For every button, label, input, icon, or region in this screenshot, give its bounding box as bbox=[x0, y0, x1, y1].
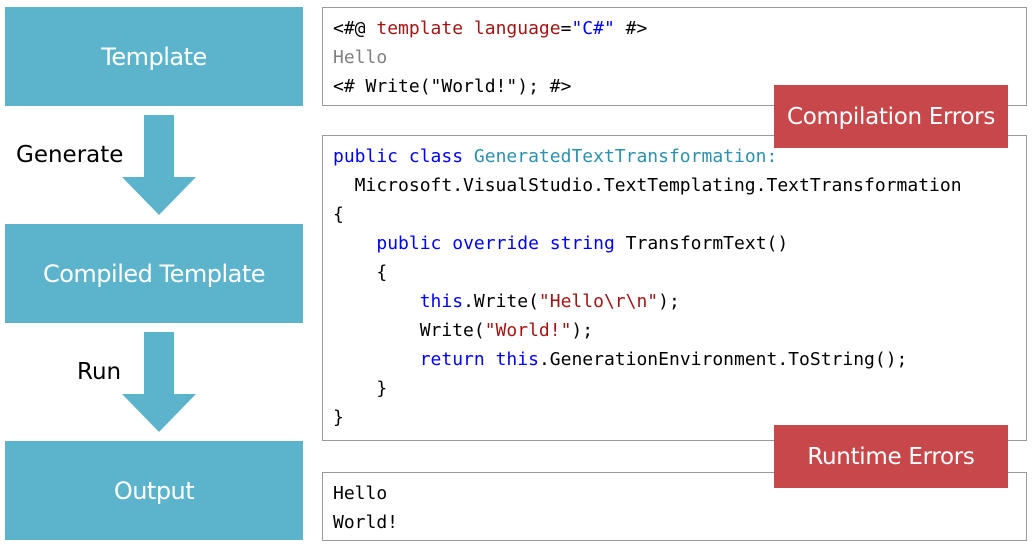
code-token: { bbox=[333, 204, 344, 225]
code-token: ); bbox=[571, 320, 594, 341]
code-token: } bbox=[333, 378, 388, 399]
code-token: public bbox=[333, 146, 399, 167]
compiled-template-stage-box: Compiled Template bbox=[5, 224, 303, 323]
generate-arrow bbox=[122, 115, 196, 215]
code-token: override bbox=[452, 233, 539, 254]
code-token: { bbox=[333, 262, 388, 283]
code-token: this bbox=[419, 291, 464, 312]
compiled-code-panel: public class GeneratedTextTransformation… bbox=[322, 135, 1027, 441]
code-token: public bbox=[376, 233, 442, 254]
code-line: { bbox=[333, 203, 344, 227]
runtime-errors-tag: Runtime Errors bbox=[774, 425, 1008, 488]
code-token: = bbox=[560, 18, 572, 39]
code-line: Hello bbox=[333, 482, 387, 506]
code-line: } bbox=[333, 406, 344, 430]
code-line: Hello bbox=[333, 46, 387, 70]
code-token: template bbox=[376, 18, 464, 39]
run-step-label: Run bbox=[77, 359, 122, 385]
code-token: } bbox=[333, 407, 344, 428]
code-line: Microsoft.VisualStudio.TextTemplating.Te… bbox=[333, 174, 962, 198]
code-token: Hello bbox=[333, 47, 388, 68]
template-stage-box: Template bbox=[5, 7, 303, 106]
compiled-template-stage-label: Compiled Template bbox=[42, 259, 266, 288]
run-arrow bbox=[122, 332, 196, 432]
code-token: "Hello\r\n" bbox=[538, 291, 659, 312]
output-stage-label: Output bbox=[113, 476, 195, 505]
code-token: #> bbox=[614, 18, 648, 39]
code-token: Microsoft.VisualStudio.TextTemplating.Te… bbox=[333, 175, 962, 196]
code-token: return bbox=[419, 349, 485, 370]
code-token: class bbox=[408, 146, 464, 167]
code-token: Write( bbox=[333, 320, 485, 341]
code-token: .Write( bbox=[463, 291, 539, 312]
code-token: World! bbox=[333, 512, 399, 533]
generate-step-label: Generate bbox=[16, 142, 124, 168]
template-stage-label: Template bbox=[101, 42, 207, 71]
code-line: this.Write("Hello\r\n"); bbox=[333, 290, 680, 314]
code-token: string bbox=[549, 233, 615, 254]
code-token: this bbox=[495, 349, 539, 370]
runtime-errors-label: Runtime Errors bbox=[807, 443, 975, 470]
code-token: Hello bbox=[333, 483, 388, 504]
code-token: GeneratedTextTransformation: bbox=[473, 146, 778, 167]
code-line: <#@ template language="C#" #> bbox=[333, 17, 647, 41]
code-line: return this.GenerationEnvironment.ToStri… bbox=[333, 348, 908, 372]
code-line: <# Write("World!"); #> bbox=[333, 75, 571, 99]
code-line: public class GeneratedTextTransformation… bbox=[333, 145, 777, 169]
code-line: } bbox=[333, 377, 387, 401]
code-token: "World!" bbox=[484, 320, 572, 341]
code-token: TransformText() bbox=[614, 233, 789, 254]
code-token: "C#" bbox=[571, 18, 615, 39]
code-token: <# Write("World!"); #> bbox=[333, 76, 572, 97]
code-line: Write("World!"); bbox=[333, 319, 593, 343]
code-token: <#@ bbox=[333, 18, 377, 39]
compilation-errors-label: Compilation Errors bbox=[786, 103, 996, 130]
code-token: language bbox=[473, 18, 561, 39]
code-token: ); bbox=[658, 291, 680, 312]
code-line: World! bbox=[333, 511, 398, 535]
code-line: public override string TransformText() bbox=[333, 232, 788, 256]
code-token: .GenerationEnvironment.ToString(); bbox=[538, 349, 908, 370]
output-stage-box: Output bbox=[5, 441, 303, 540]
compilation-errors-tag: Compilation Errors bbox=[774, 85, 1008, 148]
code-line: { bbox=[333, 261, 387, 285]
